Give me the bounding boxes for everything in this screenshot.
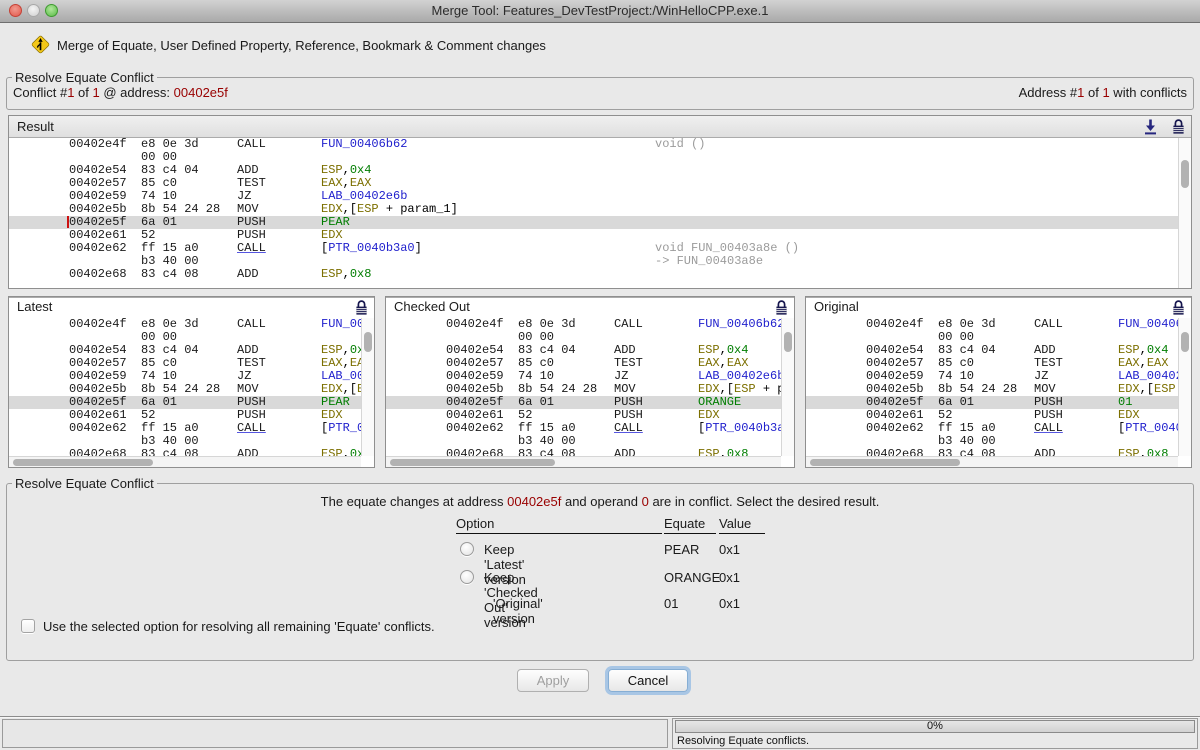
panel-title: Original — [814, 297, 859, 317]
column-header-value: Value — [719, 516, 765, 534]
scrollbar-thumb[interactable] — [1181, 332, 1189, 352]
conflict-left: Conflict #1 of 1 @ address: 00402e5f — [13, 85, 228, 100]
checked-out-listing: 00402e4fe8 0e 3dCALLFUN_00406b62void () 0… — [386, 318, 781, 456]
lock-icon[interactable] — [354, 299, 369, 316]
column-header-option: Option — [456, 516, 662, 534]
panel-title: Latest — [17, 297, 52, 317]
progress-message: Resolving Equate conflicts. — [677, 735, 809, 747]
progress-area: 0% Resolving Equate conflicts. — [672, 718, 1198, 749]
checked-out-vertical-scrollbar[interactable] — [781, 318, 794, 456]
checked-out-panel-header: Checked Out — [386, 297, 794, 298]
apply-button[interactable]: Apply — [517, 669, 589, 692]
listing-row[interactable]: 00402e62ff 15 a0CALL[PTR_0040b3a0]void F… — [386, 422, 781, 435]
original-panel-header: Original — [806, 297, 1191, 298]
scrollbar-thumb[interactable] — [13, 459, 153, 466]
scrollbar-thumb[interactable] — [1181, 160, 1189, 188]
cancel-button[interactable]: Cancel — [608, 669, 688, 692]
listing-row[interactable]: 00402e6883 c4 08ADDESP,0x8 — [9, 268, 1178, 281]
result-panel-header: Result — [9, 116, 1191, 138]
original-vertical-scrollbar[interactable] — [1178, 318, 1191, 456]
panel-title: Result — [17, 116, 54, 137]
option-label: 'Original' version — [493, 596, 543, 626]
equate-value: PEAR — [664, 542, 699, 557]
merge-tool-window: Merge Tool: Features_DevTestProject:/Win… — [0, 0, 1200, 750]
scrollbar-thumb[interactable] — [810, 459, 960, 466]
banner-message: Merge of Equate, User Defined Property, … — [57, 38, 546, 53]
resolve-conflict-group: Resolve Equate Conflict The equate chang… — [6, 483, 1194, 661]
equate-value: ORANGE — [664, 570, 720, 585]
scrollbar-thumb[interactable] — [390, 459, 555, 466]
lock-icon[interactable] — [1171, 299, 1186, 316]
use-for-all-checkbox[interactable] — [21, 619, 35, 633]
listing-row[interactable]: 00402e4fe8 0e 3dCALLFUN_00406b62void () — [9, 318, 361, 331]
result-listing: 00402e4fe8 0e 3dCALLFUN_00406b62void () 0… — [9, 138, 1178, 288]
listing-row[interactable]: 00402e5785 c0TESTEAX,EAX — [9, 177, 1178, 190]
scrollbar-thumb[interactable] — [364, 332, 372, 352]
latest-panel: Latest 00402e4fe8 0e 3dCALLFUN_00406b62v… — [8, 296, 375, 468]
keep-checked-out-radio[interactable] — [460, 570, 474, 584]
apply-down-icon[interactable] — [1143, 118, 1158, 135]
listing-row[interactable]: 00402e4fe8 0e 3dCALLFUN_00406b62void () — [806, 318, 1178, 331]
listing-row[interactable]: 00402e5785 c0TESTEAX,EAX — [9, 357, 361, 370]
value-cell: 0x1 — [719, 542, 740, 557]
listing-row[interactable]: 00402e5f6a 01PUSHPEAR — [9, 396, 361, 409]
listing-row[interactable]: 00402e4fe8 0e 3dCALLFUN_00406b62void () — [9, 138, 1178, 151]
listing-row[interactable]: 00402e5b8b 54 24 28MOVEDX,[ESP + param_1… — [9, 383, 361, 396]
status-message-area — [2, 719, 668, 748]
value-cell: 0x1 — [719, 596, 740, 611]
listing-row[interactable]: 00402e6883 c4 08ADDESP,0x8 — [806, 448, 1178, 456]
keep-latest-radio[interactable] — [460, 542, 474, 556]
listing-row[interactable]: 00402e5483 c4 04ADDESP,0x4 — [9, 164, 1178, 177]
lock-icon[interactable] — [1171, 118, 1186, 135]
result-vertical-scrollbar[interactable] — [1178, 138, 1191, 288]
scrollbar-thumb[interactable] — [784, 332, 792, 352]
merge-sign-icon — [30, 34, 51, 55]
listing-row[interactable]: 00402e5b8b 54 24 28MOVEDX,[ESP + param_1… — [9, 203, 1178, 216]
lock-icon[interactable] — [774, 299, 789, 316]
listing-row[interactable]: 00402e6883 c4 08ADDESP,0x8 — [9, 448, 361, 456]
equate-value: 01 — [664, 596, 678, 611]
latest-vertical-scrollbar[interactable] — [361, 318, 374, 456]
checked-out-horizontal-scrollbar[interactable] — [386, 456, 781, 467]
original-listing: 00402e4fe8 0e 3dCALLFUN_00406b62void () 0… — [806, 318, 1178, 456]
group-title: Resolve Equate Conflict — [12, 476, 157, 491]
result-panel: Result 00402e4fe8 0e 3dCALLFUN_00406b62v… — [8, 115, 1192, 289]
conflict-header-group: Resolve Equate Conflict Conflict #1 of 1… — [6, 77, 1194, 110]
group-title: Resolve Equate Conflict — [12, 70, 157, 85]
listing-row[interactable]: 00402e6883 c4 08ADDESP,0x8 — [386, 448, 781, 456]
listing-row[interactable]: 00402e4fe8 0e 3dCALLFUN_00406b62void () — [386, 318, 781, 331]
checked-out-panel: Checked Out 00402e4fe8 0e 3dCALLFUN_0040… — [385, 296, 795, 468]
checkbox-label: Use the selected option for resolving al… — [43, 619, 435, 634]
latest-listing: 00402e4fe8 0e 3dCALLFUN_00406b62void () 0… — [9, 318, 361, 456]
progress-bar: 0% — [675, 720, 1195, 733]
column-header-equate: Equate — [664, 516, 716, 534]
latest-horizontal-scrollbar[interactable] — [9, 456, 361, 467]
title-bar: Merge Tool: Features_DevTestProject:/Win… — [0, 0, 1200, 23]
latest-panel-header: Latest — [9, 297, 374, 298]
panel-title: Checked Out — [394, 297, 470, 317]
window-title: Merge Tool: Features_DevTestProject:/Win… — [0, 0, 1200, 22]
original-horizontal-scrollbar[interactable] — [806, 456, 1178, 467]
conflict-right: Address #1 of 1 with conflicts — [1019, 85, 1187, 100]
value-cell: 0x1 — [719, 570, 740, 585]
conflict-description: The equate changes at address 00402e5f a… — [7, 494, 1193, 509]
original-panel: Original 00402e4fe8 0e 3dCALLFUN_00406b6… — [805, 296, 1192, 468]
listing-row[interactable]: 00402e5483 c4 04ADDESP,0x4 — [9, 344, 361, 357]
listing-row[interactable]: 00402e5f6a 01PUSHPEAR — [9, 216, 1178, 229]
